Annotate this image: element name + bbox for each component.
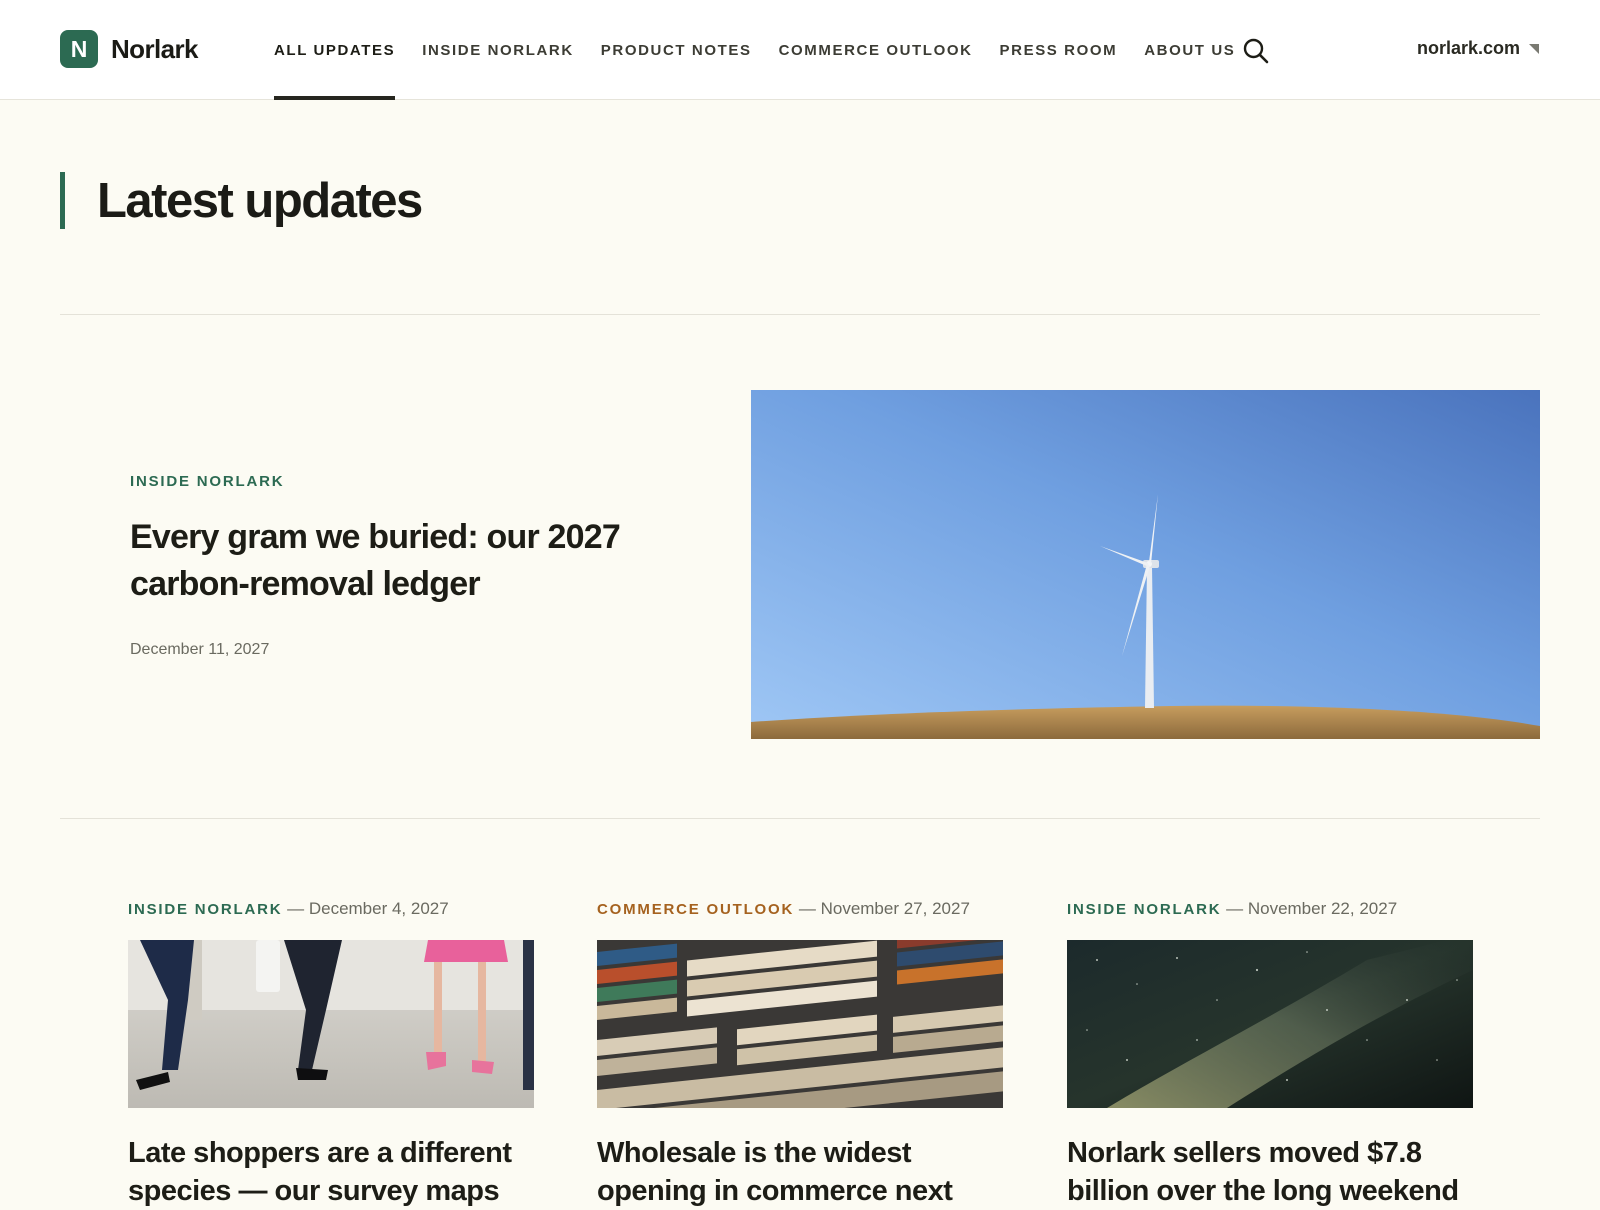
card-category[interactable]: INSIDE NORLARK [1067,901,1221,918]
card-date: — November 27, 2027 [798,899,970,918]
card-category[interactable]: COMMERCE OUTLOOK [597,901,794,918]
shipping-containers-photo [597,940,1003,1108]
external-site-link[interactable]: norlark.com [1417,38,1540,59]
card-image[interactable] [1067,940,1473,1108]
article-card: INSIDE NORLARK — November 22, 2027 Norla… [1067,897,1473,1207]
card-image[interactable] [597,940,1003,1108]
search-icon [1243,38,1269,64]
card-date: — December 4, 2027 [287,899,449,918]
nav-item-about-us[interactable]: ABOUT US [1144,0,1235,100]
featured-image[interactable] [751,390,1540,739]
nav-item-commerce-outlook[interactable]: COMMERCE OUTLOOK [779,0,973,100]
card-title[interactable]: Late shoppers are a different species — … [128,1134,534,1210]
card-title[interactable]: Wholesale is the widest opening in comme… [597,1134,1003,1210]
external-arrow-icon [1529,43,1539,54]
nav-item-inside-norlark[interactable]: INSIDE NORLARK [422,0,574,100]
brand-name: Norlark [111,33,198,64]
search-button[interactable] [1242,37,1270,65]
featured-date: December 11, 2027 [130,641,270,658]
card-title[interactable]: Norlark sellers moved $7.8 billion over … [1067,1134,1473,1210]
wind-turbine-photo [751,390,1540,739]
card-meta: COMMERCE OUTLOOK — November 27, 2027 [597,897,1003,921]
card-date: — November 22, 2027 [1226,899,1398,918]
site-header: N Norlark ALL UPDATES INSIDE NORLARK PRO… [0,0,1600,100]
main-nav: ALL UPDATES INSIDE NORLARK PRODUCT NOTES… [274,0,1235,100]
night-sky-photo [1067,940,1473,1108]
brand-logo[interactable]: N Norlark [60,30,198,68]
page-title-block: Latest updates [60,172,423,229]
card-image[interactable] [128,940,534,1108]
featured-category[interactable]: INSIDE NORLARK [130,473,284,490]
divider [60,314,1540,315]
card-category[interactable]: INSIDE NORLARK [128,901,282,918]
card-meta: INSIDE NORLARK — December 4, 2027 [128,897,534,921]
logo-mark-icon: N [60,30,98,68]
site-link-label: norlark.com [1416,38,1520,58]
shoppers-walking-photo [128,940,534,1108]
featured-title[interactable]: Every gram we buried: our 2027 carbon-re… [130,514,690,608]
page-title: Latest updates [97,173,423,228]
nav-item-product-notes[interactable]: PRODUCT NOTES [601,0,752,100]
card-meta: INSIDE NORLARK — November 22, 2027 [1067,897,1473,921]
divider [60,818,1540,819]
article-card: COMMERCE OUTLOOK — November 27, 2027 Who… [597,897,1003,1207]
nav-item-press-room[interactable]: PRESS ROOM [1000,0,1118,100]
nav-item-all-updates[interactable]: ALL UPDATES [274,0,396,100]
article-card: INSIDE NORLARK — December 4, 2027 Late s… [128,897,534,1207]
